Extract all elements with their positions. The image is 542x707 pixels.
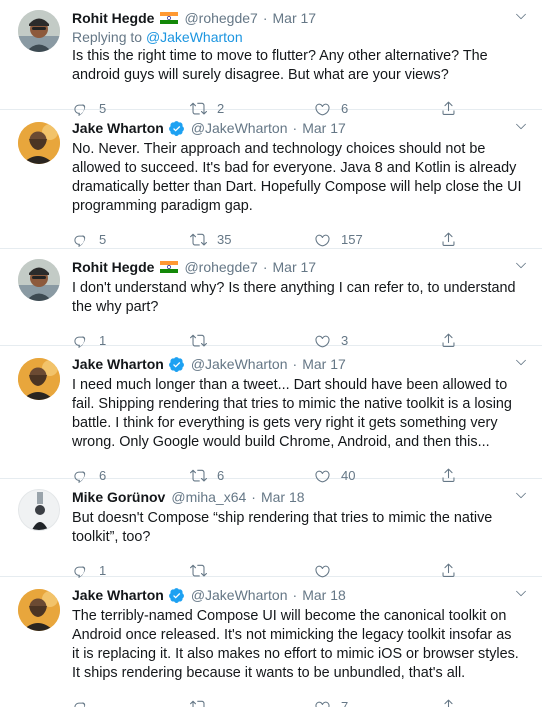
- retweet-button[interactable]: [190, 562, 314, 579]
- separator-dot: ·: [292, 587, 298, 603]
- chevron-down-icon[interactable]: [514, 9, 528, 23]
- retweet-button[interactable]: [190, 698, 314, 707]
- tweet-header: Jake Wharton @JakeWharton · Mar 17: [72, 354, 532, 374]
- replying-to-label: Replying to: [72, 29, 146, 45]
- tweet[interactable]: Mike Gorünov @miha_x64 · Mar 18 But does…: [0, 479, 542, 579]
- share-icon: [440, 562, 457, 579]
- separator-dot: ·: [292, 120, 298, 136]
- tweet-text: But doesn't Compose “ship rendering that…: [72, 510, 493, 545]
- author-handle[interactable]: @rohegde7: [184, 259, 257, 275]
- share-button[interactable]: [440, 698, 470, 707]
- verified-badge-icon: [168, 120, 185, 137]
- like-count: 7: [341, 698, 349, 707]
- avatar[interactable]: [18, 489, 60, 531]
- share-icon: [440, 231, 457, 248]
- reply-button[interactable]: 1: [72, 562, 190, 579]
- reply-button[interactable]: [72, 698, 190, 707]
- chevron-down-icon[interactable]: [514, 258, 528, 272]
- reply-button[interactable]: 5: [72, 231, 190, 248]
- like-count: 157: [341, 231, 363, 247]
- retweet-count: 35: [217, 231, 232, 247]
- avatar[interactable]: [18, 358, 60, 400]
- separator-dot: ·: [251, 489, 256, 505]
- author-handle[interactable]: @JakeWharton: [191, 120, 288, 136]
- author-handle[interactable]: @JakeWharton: [191, 356, 288, 372]
- retweet-icon: [190, 231, 207, 248]
- avatar[interactable]: [18, 10, 60, 52]
- chevron-down-icon[interactable]: [514, 586, 528, 600]
- like-button[interactable]: [314, 562, 440, 579]
- author-handle[interactable]: @rohegde7: [184, 10, 257, 26]
- tweet-thread: Rohit Hegde @rohegde7 · Mar 17 Replying …: [0, 0, 542, 707]
- author-name[interactable]: Rohit Hegde: [72, 259, 154, 275]
- reply-count: 1: [99, 562, 107, 578]
- chevron-down-icon[interactable]: [514, 355, 528, 369]
- tweet[interactable]: Rohit Hegde @rohegde7 · Mar 17 Replying …: [0, 0, 542, 116]
- tweet-date[interactable]: Mar 18: [261, 489, 305, 505]
- tweet-date[interactable]: Mar 18: [302, 587, 346, 603]
- replying-to-link[interactable]: @JakeWharton: [146, 29, 243, 45]
- india-flag-icon: [160, 12, 178, 24]
- verified-badge-icon: [168, 587, 185, 604]
- tweet-header: Jake Wharton @JakeWharton · Mar 18: [72, 585, 532, 605]
- like-button[interactable]: 7: [314, 698, 440, 707]
- tweet-actions: 7: [72, 689, 532, 707]
- avatar[interactable]: [18, 122, 60, 164]
- like-icon: [314, 698, 331, 707]
- chevron-down-icon[interactable]: [514, 119, 528, 133]
- tweet-text: I need much longer than a tweet... Dart …: [72, 377, 512, 450]
- tweet[interactable]: Jake Wharton @JakeWharton · Mar 17 No. N…: [0, 110, 542, 249]
- reply-count: 5: [99, 231, 107, 247]
- author-name[interactable]: Jake Wharton: [72, 587, 164, 603]
- reply-icon: [72, 698, 89, 707]
- avatar[interactable]: [18, 589, 60, 631]
- like-icon: [314, 562, 331, 579]
- tweet-date[interactable]: Mar 17: [302, 120, 346, 136]
- tweet-header: Mike Gorünov @miha_x64 · Mar 18: [72, 487, 532, 507]
- avatar[interactable]: [18, 259, 60, 301]
- separator-dot: ·: [262, 259, 268, 275]
- share-button[interactable]: [440, 231, 470, 248]
- tweet[interactable]: Jake Wharton @JakeWharton · Mar 18 The t…: [0, 577, 542, 707]
- share-button[interactable]: [440, 562, 470, 579]
- author-name[interactable]: Mike Gorünov: [72, 489, 165, 505]
- tweet-date[interactable]: Mar 17: [302, 356, 346, 372]
- tweet-date[interactable]: Mar 17: [273, 259, 317, 275]
- chevron-down-icon[interactable]: [514, 488, 528, 502]
- verified-badge-icon: [168, 356, 185, 373]
- like-button[interactable]: 157: [314, 231, 440, 248]
- retweet-button[interactable]: 35: [190, 231, 314, 248]
- separator-dot: ·: [262, 10, 268, 26]
- tweet-header: Jake Wharton @JakeWharton · Mar 17: [72, 118, 532, 138]
- india-flag-icon: [160, 261, 178, 273]
- retweet-icon: [190, 698, 207, 707]
- author-handle[interactable]: @JakeWharton: [191, 587, 288, 603]
- author-name[interactable]: Rohit Hegde: [72, 10, 154, 26]
- tweet-header: Rohit Hegde @rohegde7 · Mar 17: [72, 257, 532, 277]
- tweet-text: I don't understand why? Is there anythin…: [72, 280, 516, 315]
- share-icon: [440, 698, 457, 707]
- tweet-text: No. Never. Their approach and technology…: [72, 141, 522, 214]
- reply-icon: [72, 231, 89, 248]
- author-name[interactable]: Jake Wharton: [72, 356, 164, 372]
- tweet-header: Rohit Hegde @rohegde7 · Mar 17: [72, 8, 532, 28]
- tweet[interactable]: Rohit Hegde @rohegde7 · Mar 17 I don't u…: [0, 249, 542, 348]
- tweet[interactable]: Jake Wharton @JakeWharton · Mar 17 I nee…: [0, 346, 542, 483]
- tweet-date[interactable]: Mar 17: [273, 10, 317, 26]
- tweet-text: The terribly-named Compose UI will becom…: [72, 608, 519, 681]
- retweet-icon: [190, 562, 207, 579]
- author-handle[interactable]: @miha_x64: [171, 489, 246, 505]
- separator-dot: ·: [292, 356, 298, 372]
- reply-icon: [72, 562, 89, 579]
- tweet-text: Is this the right time to move to flutte…: [72, 48, 488, 83]
- like-icon: [314, 231, 331, 248]
- author-name[interactable]: Jake Wharton: [72, 120, 164, 136]
- replying-to: Replying to @JakeWharton: [72, 29, 532, 45]
